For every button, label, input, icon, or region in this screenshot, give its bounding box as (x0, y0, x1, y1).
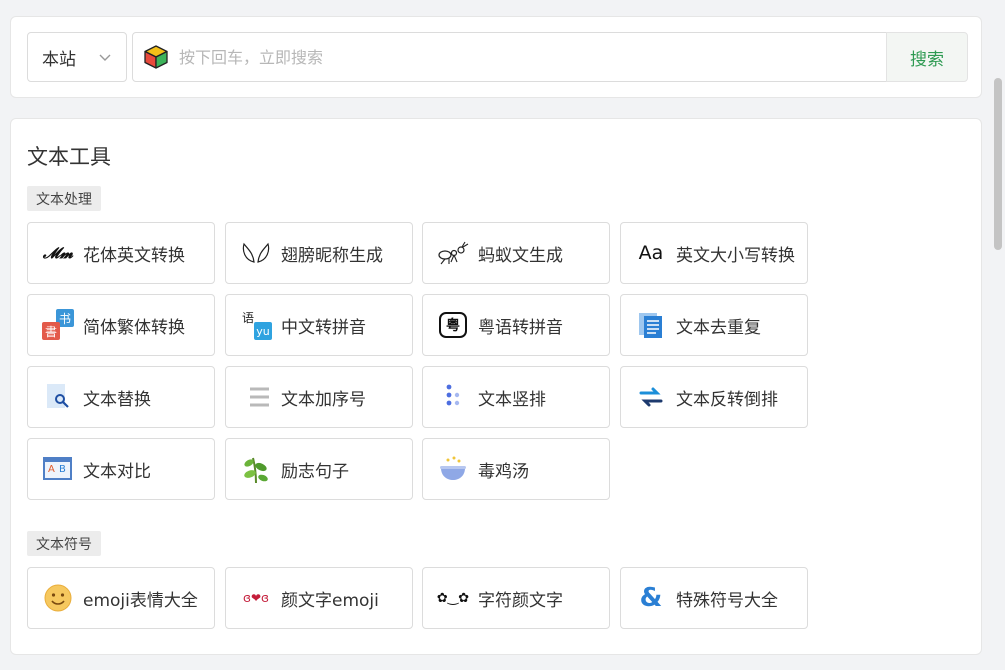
search-field (132, 32, 887, 82)
section-tag-text-processing: 文本处理 (27, 186, 101, 211)
soup-bowl-icon (437, 453, 469, 485)
compare-glyph-a: A (48, 464, 55, 475)
tool-label: 字符颜文字 (478, 590, 563, 611)
chevron-down-icon (99, 54, 111, 61)
tool-label: 翅膀昵称生成 (281, 245, 383, 266)
tool-motivational[interactable]: 励志句子 (225, 438, 413, 500)
tool-cantonese-pinyin[interactable]: 粤 粤语转拼音 (422, 294, 610, 356)
tool-label: 英文大小写转换 (676, 245, 795, 266)
search-scope-label: 本站 (42, 49, 76, 70)
search-bar: 本站 搜索 (10, 16, 982, 98)
tool-label: 文本替换 (83, 389, 151, 410)
char-face-icon: ✿‿✿ (437, 582, 469, 614)
document-search-icon (42, 381, 74, 413)
tool-toxic-soup[interactable]: 毒鸡汤 (422, 438, 610, 500)
section-tag-text-symbols: 文本符号 (27, 531, 101, 556)
tool-ant-text[interactable]: 蚂蚁文生成 (422, 222, 610, 284)
tool-label: 文本去重复 (676, 317, 761, 338)
compare-window-icon: A B (42, 453, 74, 485)
fancy-script-glyph: 𝓜𝓶 (42, 244, 74, 262)
tool-reverse[interactable]: 文本反转倒排 (620, 366, 808, 428)
tool-label: 文本竖排 (478, 389, 546, 410)
tool-letter-case[interactable]: Aa 英文大小写转换 (620, 222, 808, 284)
tool-vertical-text[interactable]: 文本竖排 (422, 366, 610, 428)
tool-label: 花体英文转换 (83, 245, 185, 266)
search-button[interactable]: 搜索 (886, 32, 968, 82)
page-scrollbar[interactable] (991, 0, 1005, 670)
search-scope-select[interactable]: 本站 (27, 32, 127, 82)
ant-icon (437, 237, 469, 269)
tool-wings-nickname[interactable]: 翅膀昵称生成 (225, 222, 413, 284)
tool-text-compare[interactable]: A B 文本对比 (27, 438, 215, 500)
pinyin-glyph-latin: yu (254, 322, 272, 340)
tool-label: 蚂蚁文生成 (478, 245, 563, 266)
kaomoji-heart-icon: ɞ❤ɞ (240, 582, 272, 614)
tool-label: 文本加序号 (281, 389, 366, 410)
cantonese-glyph: 粤 (439, 312, 467, 338)
tool-chinese-pinyin[interactable]: 语 yu 中文转拼音 (225, 294, 413, 356)
char-face-glyph: ✿‿✿ (436, 590, 470, 606)
tool-label: 中文转拼音 (281, 317, 366, 338)
tool-dedupe[interactable]: 文本去重复 (620, 294, 808, 356)
tool-emoji[interactable]: emoji表情大全 (27, 567, 215, 629)
tool-label: 简体繁体转换 (83, 317, 185, 338)
tool-text-replace[interactable]: 文本替换 (27, 366, 215, 428)
pinyin-glyph-char: 语 (242, 311, 255, 325)
tool-label: 特殊符号大全 (676, 590, 778, 611)
wings-icon (240, 237, 272, 269)
vertical-dots-icon (437, 381, 469, 413)
tool-fancy-english[interactable]: 𝓜𝓶 花体英文转换 (27, 222, 215, 284)
page-title: 文本工具 (27, 145, 111, 169)
book-convert-icon: 书 書 (42, 309, 74, 341)
tool-kaomoji-emoji[interactable]: ɞ❤ɞ 颜文字emoji (225, 567, 413, 629)
kaomoji-glyph: ɞ❤ɞ (243, 591, 269, 605)
fancy-script-icon: 𝓜𝓶 (42, 237, 74, 269)
tool-label: 文本反转倒排 (676, 389, 778, 410)
tool-label: emoji表情大全 (83, 590, 198, 611)
compare-glyph-b: B (59, 464, 66, 475)
document-copy-icon (635, 309, 667, 341)
cantonese-icon: 粤 (437, 309, 469, 341)
plant-icon (240, 453, 272, 485)
numbered-list-icon (240, 381, 272, 413)
tool-label: 文本对比 (83, 461, 151, 482)
reverse-arrows-icon (635, 381, 667, 413)
tool-label: 毒鸡汤 (478, 461, 529, 482)
pinyin-icon: 语 yu (240, 309, 272, 341)
letter-case-glyph: Aa (638, 242, 664, 264)
tool-label: 励志句子 (281, 461, 349, 482)
book-glyph-traditional: 書 (42, 322, 60, 340)
search-input[interactable] (179, 47, 859, 67)
ampersand-icon: & (635, 582, 667, 614)
tool-simplified-traditional[interactable]: 书 書 简体繁体转换 (27, 294, 215, 356)
tool-numbering[interactable]: 文本加序号 (225, 366, 413, 428)
letter-case-icon: Aa (635, 237, 667, 269)
tool-label: 颜文字emoji (281, 590, 379, 611)
text-tools-panel: 文本工具 文本处理 𝓜𝓶 花体英文转换 翅膀昵称生成 蚂蚁文生成 Aa 英文大小… (10, 118, 982, 655)
scrollbar-thumb[interactable] (994, 78, 1002, 250)
ampersand-glyph: & (639, 583, 663, 613)
tool-label: 粤语转拼音 (478, 317, 563, 338)
tool-special-symbols[interactable]: & 特殊符号大全 (620, 567, 808, 629)
tool-char-kaomoji[interactable]: ✿‿✿ 字符颜文字 (422, 567, 610, 629)
cube-logo-icon (144, 45, 168, 69)
smiley-icon (42, 582, 74, 614)
